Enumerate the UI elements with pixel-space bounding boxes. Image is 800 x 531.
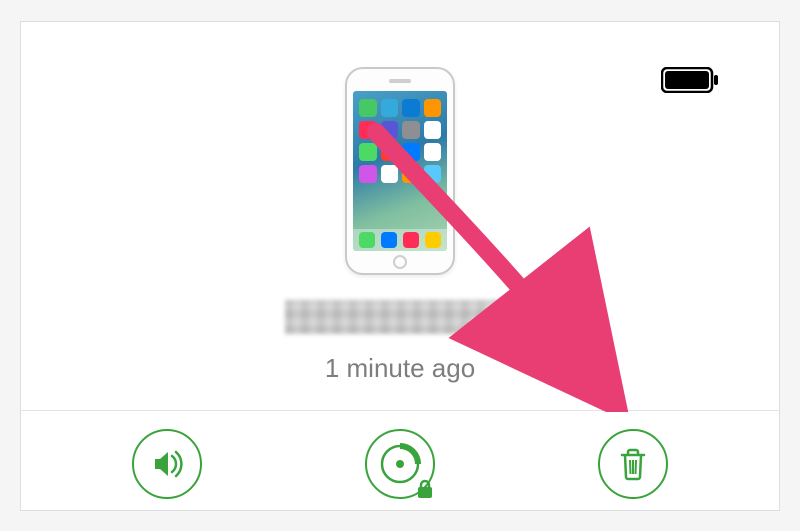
speaker-icon <box>132 429 202 499</box>
erase-iphone-label: Erase iPhone <box>533 509 733 511</box>
lost-mode-button[interactable]: Lost Mode <box>300 429 500 511</box>
find-my-iphone-panel: 1 minute ago Play Sound <box>20 21 780 511</box>
erase-iphone-button[interactable]: Erase iPhone <box>533 429 733 511</box>
play-sound-label: Play Sound <box>67 509 267 511</box>
device-image <box>345 67 455 275</box>
last-seen-timestamp: 1 minute ago <box>21 353 779 384</box>
lost-mode-label: Lost Mode <box>300 509 500 511</box>
play-sound-button[interactable]: Play Sound <box>67 429 267 511</box>
action-bar: Play Sound Lost Mode <box>21 411 779 511</box>
battery-icon <box>661 67 719 98</box>
trash-icon <box>598 429 668 499</box>
device-name-redacted <box>285 300 515 334</box>
radar-lock-icon <box>365 429 435 499</box>
